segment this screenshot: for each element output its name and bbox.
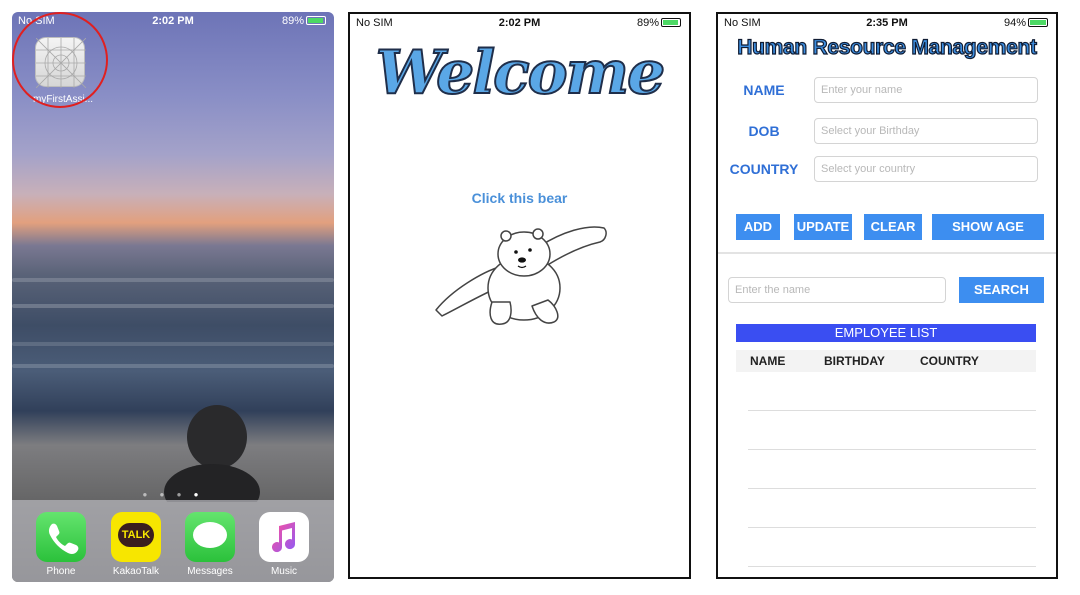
dock-item-kakaotalk[interactable]: TALK KakaoTalk	[110, 512, 162, 577]
country-input[interactable]: Select your country	[814, 156, 1038, 182]
person-silhouette	[164, 405, 260, 502]
page-title: Human Resource Management	[737, 35, 1038, 59]
wallpaper-wave	[12, 342, 334, 346]
messages-icon	[185, 512, 235, 562]
column-header-name: NAME	[750, 354, 786, 368]
dob-input[interactable]: Select your Birthday	[814, 118, 1038, 144]
dock-item-music[interactable]: Music	[258, 512, 310, 577]
welcome-screen: No SIM 2:02 PM 89% Welcome Click this be…	[348, 12, 691, 579]
table-row[interactable]	[748, 488, 1036, 489]
battery-percent: 89%	[281, 15, 304, 27]
battery-indicator: 94%	[1004, 17, 1048, 29]
home-screen: No SIM 2:02 PM 89% myFirstAssi... ● ● ● …	[12, 12, 334, 582]
update-button[interactable]: UPDATE	[794, 214, 852, 240]
table-row[interactable]	[748, 527, 1036, 528]
hrm-screen: No SIM 2:35 PM 94% Human Resource Manage…	[716, 12, 1058, 579]
name-input[interactable]: Enter your name	[814, 77, 1038, 103]
battery-indicator: 89%	[637, 17, 681, 29]
wallpaper-wave	[12, 278, 334, 282]
battery-icon	[661, 18, 681, 27]
column-header-country: COUNTRY	[920, 354, 979, 368]
name-label: NAME	[743, 82, 785, 98]
music-icon	[259, 512, 309, 562]
phone-icon	[36, 512, 86, 562]
status-bar: No SIM 2:35 PM 94%	[718, 14, 1056, 34]
page-indicator[interactable]: ● ● ● ●	[12, 490, 334, 499]
highlight-ring	[12, 12, 108, 108]
dock: Phone TALK KakaoTalk Messages Music	[12, 500, 334, 582]
search-button[interactable]: SEARCH	[959, 277, 1044, 303]
table-row[interactable]	[748, 449, 1036, 450]
dock-item-phone[interactable]: Phone	[35, 512, 87, 577]
table-row[interactable]	[748, 566, 1036, 567]
battery-percent: 89%	[636, 17, 659, 29]
wallpaper-wave	[12, 304, 334, 308]
employee-list-header: NAME BIRTHDAY COUNTRY	[736, 350, 1036, 372]
dock-label: Phone	[46, 566, 76, 577]
employee-list-title: EMPLOYEE LIST	[736, 324, 1036, 342]
section-divider	[718, 252, 1056, 254]
add-button[interactable]: ADD	[736, 214, 780, 240]
battery-percent: 94%	[1003, 17, 1026, 29]
battery-indicator: 89%	[282, 15, 326, 27]
country-label: COUNTRY	[729, 161, 799, 177]
dock-item-messages[interactable]: Messages	[184, 512, 236, 577]
show-age-button[interactable]: SHOW AGE	[932, 214, 1044, 240]
wallpaper-wave	[12, 364, 334, 368]
battery-icon	[1028, 18, 1048, 27]
status-bar: No SIM 2:02 PM 89%	[350, 14, 689, 34]
click-bear-label: Click this bear	[471, 190, 568, 206]
dock-label: Music	[270, 566, 298, 577]
search-input[interactable]: Enter the name	[728, 277, 946, 303]
clear-button[interactable]: CLEAR	[864, 214, 922, 240]
column-header-birthday: BIRTHDAY	[824, 354, 885, 368]
welcome-title: Welcome	[375, 37, 667, 109]
table-row[interactable]	[748, 410, 1036, 411]
dock-label: KakaoTalk	[112, 566, 160, 577]
talk-badge: TALK	[118, 523, 154, 547]
polar-bear-image[interactable]	[432, 210, 612, 330]
dob-label: DOB	[748, 123, 780, 139]
battery-icon	[306, 16, 326, 25]
kakaotalk-icon: TALK	[111, 512, 161, 562]
dock-label: Messages	[187, 566, 233, 577]
